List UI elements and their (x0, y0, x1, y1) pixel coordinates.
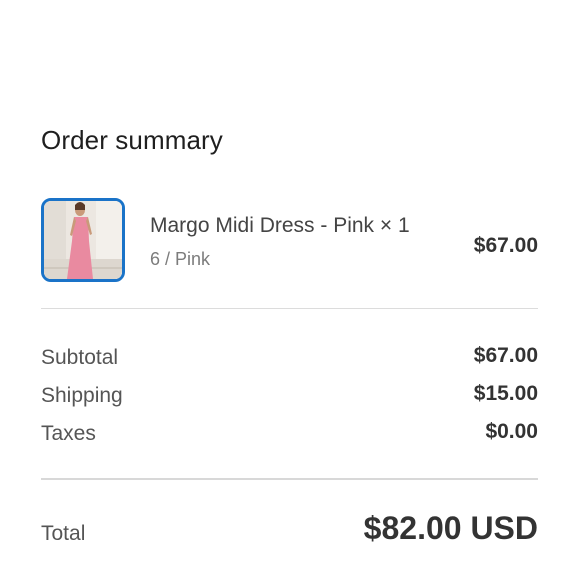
subtotal-value: $67.00 (473, 344, 538, 367)
shipping-row: Shipping $15.00 (41, 382, 538, 410)
taxes-label: Taxes (41, 422, 96, 445)
order-summary-title: Order summary (41, 125, 223, 155)
total-row: Total $82.00 USD (41, 510, 538, 550)
cropped-header-remnant (205, 0, 375, 4)
divider (41, 478, 538, 480)
product-thumbnail[interactable] (41, 198, 125, 282)
taxes-row: Taxes $0.00 (41, 420, 538, 448)
order-summary-page: Order summary Margo Midi Dress - Pink × … (0, 0, 580, 580)
product-name: Margo Midi Dress - Pink × 1 (150, 214, 410, 237)
shipping-label: Shipping (41, 384, 123, 407)
total-label: Total (41, 522, 86, 545)
taxes-value: $0.00 (485, 420, 538, 443)
divider (41, 308, 538, 309)
total-value: $82.00 USD (363, 510, 538, 546)
product-price: $67.00 (473, 234, 538, 257)
dress-product-image (44, 201, 122, 279)
line-item: Margo Midi Dress - Pink × 1 6 / Pink $67… (41, 198, 538, 288)
subtotal-label: Subtotal (41, 346, 119, 369)
subtotal-row: Subtotal $67.00 (41, 344, 538, 372)
product-variant: 6 / Pink (150, 249, 211, 269)
shipping-value: $15.00 (473, 382, 538, 405)
